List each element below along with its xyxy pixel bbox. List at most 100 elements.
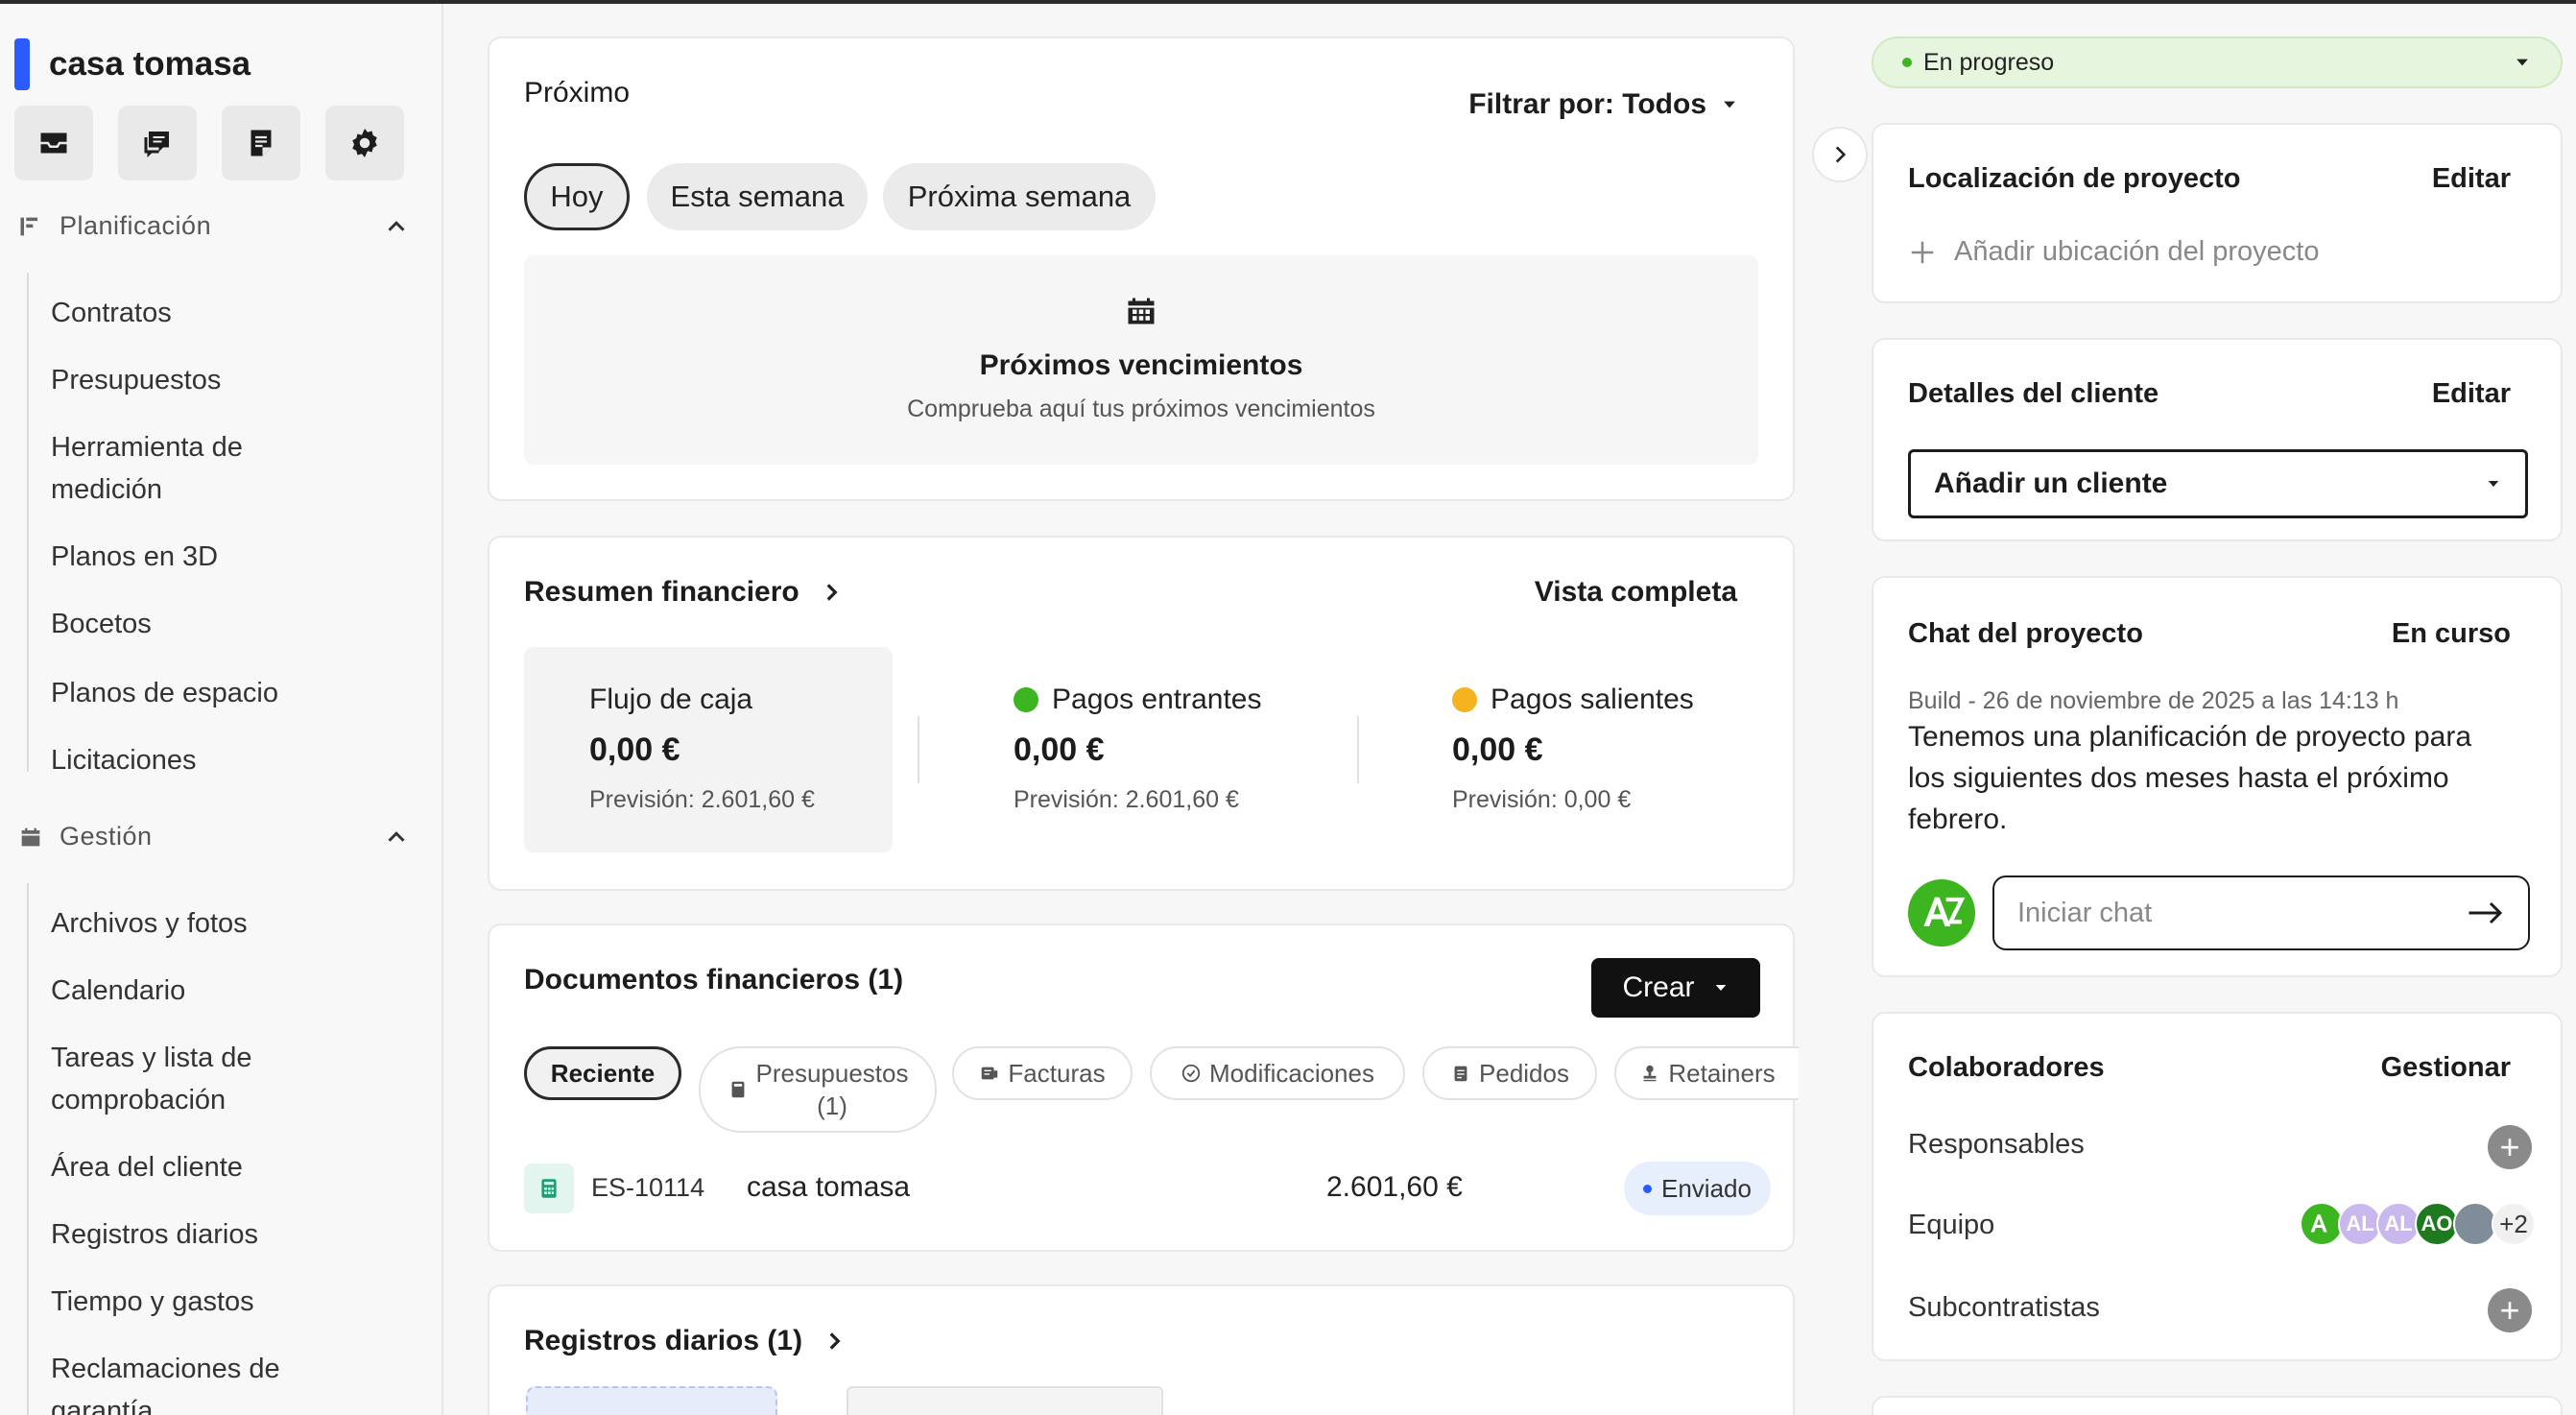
finance-title: Resumen financiero [524, 576, 799, 608]
caret-down-icon [2488, 481, 2499, 487]
chevron-right-icon [826, 584, 838, 601]
tab-proxima-semana[interactable]: Próxima semana [883, 163, 1156, 230]
sidebar-item-reclamaciones[interactable]: Reclamaciones de garantía [29, 1348, 317, 1415]
tab-label: Retainers [1668, 1058, 1776, 1088]
doc-tab-pedidos[interactable]: Pedidos [1422, 1046, 1597, 1100]
sidebar-item-tiempo-gastos[interactable]: Tiempo y gastos [29, 1281, 254, 1323]
location-title: Localización de proyecto [1908, 163, 2241, 194]
filter-dropdown[interactable]: Filtrar por: Todos [1468, 88, 1739, 121]
sidebar-item-bocetos[interactable]: Bocetos [29, 603, 152, 645]
divider [918, 716, 919, 783]
section-gestion[interactable]: Gestión [17, 822, 411, 851]
sidebar-item-herramienta-medicion[interactable]: Herramienta de medición [29, 426, 317, 511]
upcoming-empty-state: Próximos vencimientos Comprueba aquí tus… [524, 255, 1758, 465]
project-color-bar [14, 38, 30, 90]
avatar [1908, 879, 1975, 947]
doc-tab-presupuestos[interactable]: Presupuestos (1) [699, 1046, 937, 1133]
notes-icon [250, 130, 272, 156]
log-thumbnail[interactable] [526, 1386, 777, 1415]
incoming-amount: 0,00 € [1014, 731, 1105, 768]
outgoing-dot [1452, 687, 1477, 712]
chat-button[interactable] [118, 106, 197, 180]
clipboard-icon [1454, 1066, 1467, 1082]
company-logo-icon [2310, 1214, 2327, 1233]
collapse-panel-button[interactable] [1812, 127, 1868, 182]
status-badge: Enviado [1624, 1162, 1771, 1215]
project-header: casa tomasa [14, 38, 250, 90]
sidebar-item-registros-diarios[interactable]: Registros diarios [29, 1213, 258, 1256]
stamp-icon [1643, 1065, 1657, 1082]
sidebar-item-planos-3d[interactable]: Planos en 3D [29, 536, 218, 578]
sidebar-item-archivos-fotos[interactable]: Archivos y fotos [29, 902, 248, 945]
add-location-button[interactable]: Añadir ubicación del proyecto [1908, 236, 2319, 268]
doc-id: ES-10114 [591, 1173, 705, 1202]
plus-icon [1911, 241, 1934, 263]
chat-card: Chat del proyecto En curso Build - 26 de… [1872, 576, 2563, 977]
incoming-forecast: Previsión: 2.601,60 € [1014, 786, 1239, 813]
incoming-box[interactable]: Pagos entrantes 0,00 € Previsión: 2.601,… [1014, 684, 1261, 814]
daily-logs-title-link[interactable]: Registros diarios (1) [524, 1325, 847, 1357]
sidebar-item-area-cliente[interactable]: Área del cliente [29, 1146, 243, 1188]
notes-button[interactable] [222, 106, 300, 180]
chat-message: Tenemos una planificación de proyecto pa… [1908, 721, 2472, 835]
location-card: Localización de proyecto Editar Añadir u… [1872, 123, 2563, 303]
chat-title: Chat del proyecto [1908, 618, 2143, 649]
full-view-link[interactable]: Vista completa [1535, 576, 1737, 609]
chat-placeholder: Iniciar chat [2017, 897, 2153, 928]
settings-button[interactable] [325, 106, 404, 180]
log-thumbnail[interactable] [847, 1386, 1163, 1415]
more-avatars: +2 [2492, 1202, 2536, 1246]
section-label: Planificación [60, 211, 212, 240]
finance-card: Resumen financiero Vista completa Flujo … [488, 536, 1795, 891]
finance-title-link[interactable]: Resumen financiero [524, 576, 844, 609]
doc-tab-modificaciones[interactable]: Modificaciones [1150, 1046, 1405, 1100]
manage-link[interactable]: Gestionar [2381, 1052, 2511, 1084]
chevron-up-icon[interactable] [382, 823, 411, 851]
chevron-up-icon[interactable] [382, 212, 411, 241]
outgoing-forecast: Previsión: 0,00 € [1452, 786, 1632, 813]
tab-esta-semana[interactable]: Esta semana [647, 163, 868, 230]
doc-tab-facturas[interactable]: Facturas [952, 1046, 1133, 1100]
table-row[interactable]: ES-10114 casa tomasa 2.601,60 € Enviado [524, 1158, 1771, 1217]
chevron-right-icon [1835, 146, 1847, 163]
client-select[interactable]: Añadir un cliente [1908, 449, 2528, 518]
send-arrow-icon[interactable] [2467, 899, 2505, 927]
doc-tab-retainers[interactable]: Retainers [1614, 1046, 1799, 1100]
caret-down-icon [1715, 985, 1726, 991]
cash-flow-box[interactable]: Flujo de caja 0,00 € Previsión: 2.601,60… [524, 647, 893, 852]
calendar-small-icon [21, 827, 40, 846]
status-dot [1643, 1184, 1652, 1193]
status-dropdown[interactable]: En progreso [1872, 36, 2563, 88]
create-label: Crear [1622, 971, 1695, 1003]
outgoing-amount: 0,00 € [1452, 731, 1543, 768]
subcontratistas-label: Subcontratistas [1908, 1292, 2100, 1323]
cash-flow-label: Flujo de caja [589, 684, 753, 715]
inbox-button[interactable] [14, 106, 93, 180]
sidebar-item-calendario[interactable]: Calendario [29, 970, 185, 1012]
doc-tab-reciente[interactable]: Reciente [524, 1046, 681, 1100]
doc-amount: 2.601,60 € [1326, 1171, 1463, 1203]
outgoing-box[interactable]: Pagos salientes 0,00 € Previsión: 0,00 € [1452, 684, 1694, 814]
calendar-icon [1128, 298, 1155, 324]
incoming-label: Pagos entrantes [1052, 684, 1262, 715]
team-avatars[interactable]: AL AL AO +2 [2300, 1202, 2536, 1246]
chat-meta: Build - 26 de noviembre de 2025 a las 14… [1908, 687, 2399, 714]
next-card [1872, 1396, 2563, 1415]
client-select-value: Añadir un cliente [1934, 468, 2168, 499]
add-subcontratista-button[interactable]: + [2488, 1288, 2532, 1332]
location-edit-link[interactable]: Editar [2432, 163, 2511, 195]
sidebar-item-licitaciones[interactable]: Licitaciones [29, 739, 197, 781]
caret-down-icon [2516, 59, 2528, 66]
sidebar-item-presupuestos[interactable]: Presupuestos [29, 359, 221, 401]
chat-input[interactable]: Iniciar chat [1992, 875, 2530, 950]
sidebar-item-tareas[interactable]: Tareas y lista de comprobación [29, 1037, 317, 1121]
add-responsable-button[interactable]: + [2488, 1125, 2532, 1169]
tab-hoy[interactable]: Hoy [524, 163, 630, 230]
section-planificacion[interactable]: Planificación [17, 211, 411, 241]
sidebar-item-contratos[interactable]: Contratos [29, 292, 172, 334]
sidebar-item-planos-espacio[interactable]: Planos de espacio [29, 672, 278, 714]
create-button[interactable]: Crear [1591, 958, 1760, 1018]
client-edit-link[interactable]: Editar [2432, 378, 2511, 410]
plus-icon: + [2499, 1290, 2520, 1330]
section-label: Gestión [60, 822, 153, 851]
